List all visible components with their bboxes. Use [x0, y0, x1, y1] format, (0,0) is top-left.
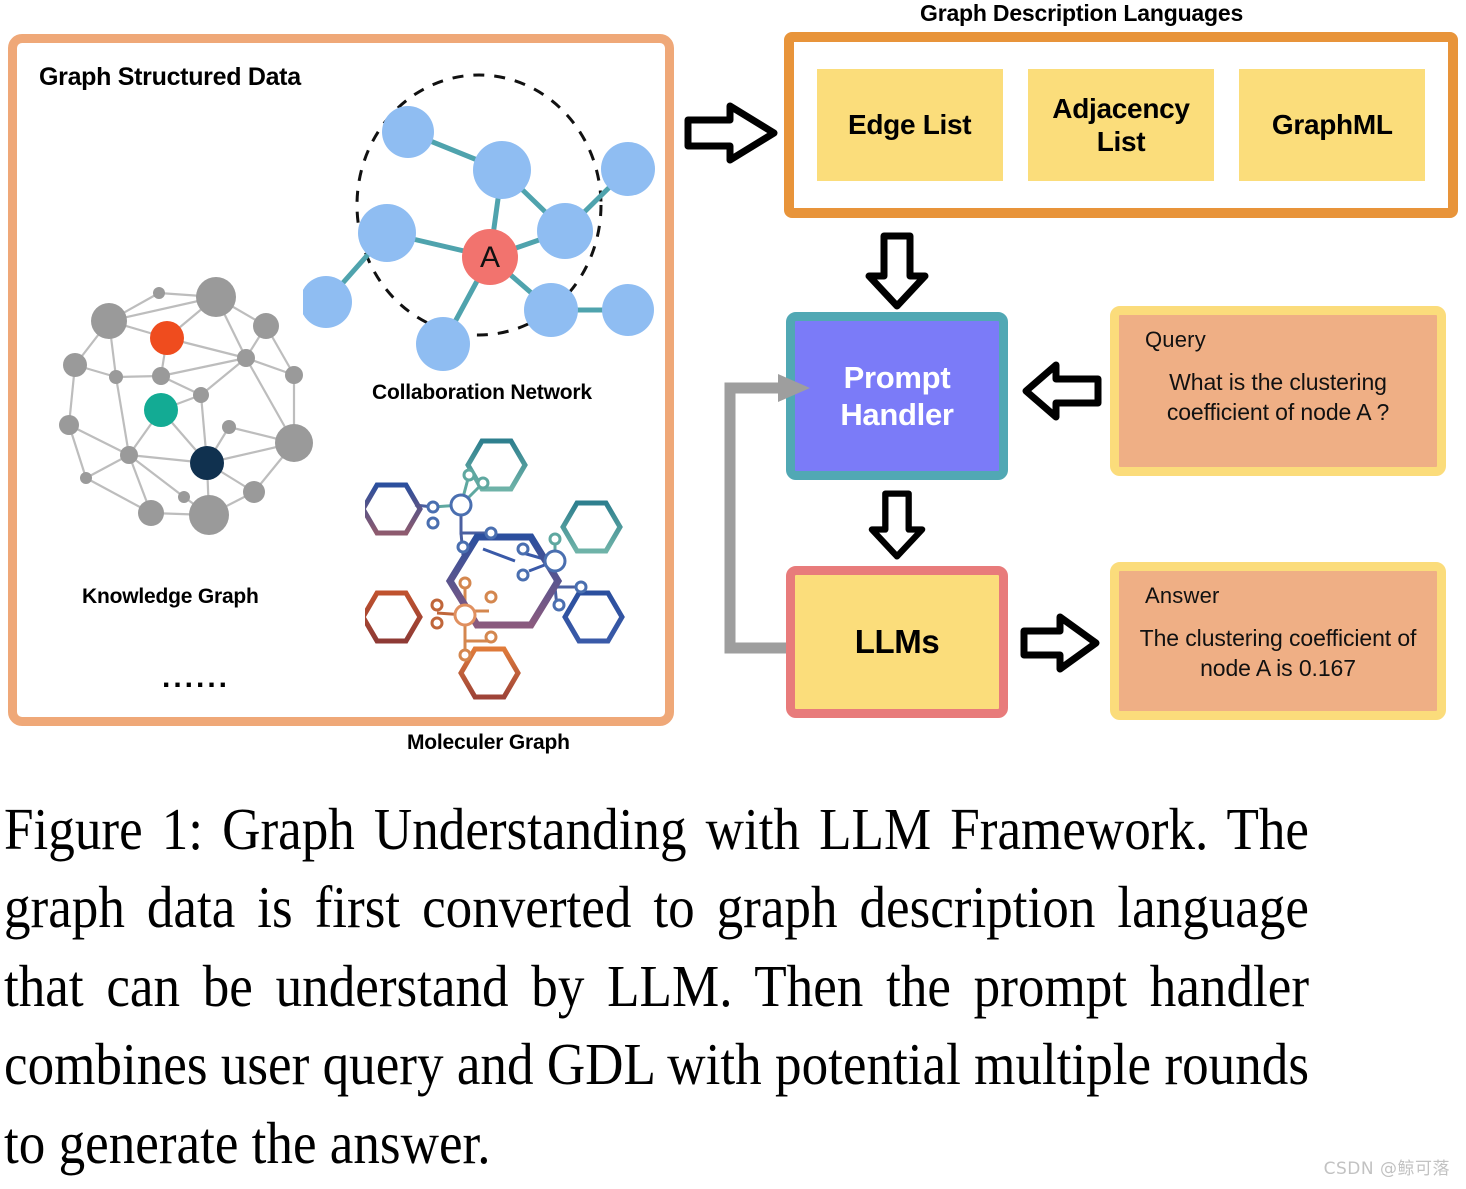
- arrow-right-llms-to-answer: [1020, 613, 1100, 673]
- arrow-down-to-llms: [868, 490, 926, 560]
- collab-node: [537, 203, 593, 259]
- figure-container: Graph Structured Data A Collaboration Ne…: [0, 0, 1466, 1189]
- kg-node: [275, 424, 313, 462]
- collab-node: [602, 284, 654, 336]
- kg-node: [109, 370, 123, 384]
- molecule-atoms: [426, 468, 588, 662]
- knowledge-graph-caption: Knowledge Graph: [82, 585, 259, 608]
- hex-ring-navy-left: [365, 482, 423, 536]
- atom-node: [543, 549, 567, 573]
- kg-highlight-node-orange: [150, 321, 184, 355]
- collab-node: [416, 317, 470, 371]
- atom-node: [516, 568, 530, 582]
- kg-node: [193, 387, 209, 403]
- collab-node: [473, 141, 531, 199]
- kg-node: [91, 303, 127, 339]
- collaboration-network-diagram: A: [303, 73, 655, 371]
- kg-node: [253, 313, 279, 339]
- atom-node: [484, 590, 498, 604]
- atom-node: [456, 540, 470, 554]
- figure-caption: Figure 1: Graph Understanding with LLM F…: [4, 796, 1309, 1176]
- graph-description-languages-panel: Edge List Adjacency List GraphML: [784, 32, 1458, 218]
- atom-node: [430, 598, 444, 612]
- atom-node: [476, 476, 490, 490]
- atom-node: [574, 580, 588, 594]
- kg-node: [63, 353, 87, 377]
- collab-node: [601, 142, 655, 196]
- query-card: Query What is the clustering coefficient…: [1110, 306, 1446, 476]
- kg-highlight-node-navy: [190, 446, 224, 480]
- kg-node: [59, 415, 79, 435]
- atom-node: [453, 603, 477, 627]
- hex-ring-blue-right: [562, 590, 625, 644]
- kg-node: [196, 277, 236, 317]
- atom-node: [484, 630, 498, 644]
- kg-node: [285, 366, 303, 384]
- kg-node: [153, 287, 165, 299]
- hex-ring-teal-right: [560, 500, 623, 554]
- kg-node: [120, 446, 138, 464]
- gdl-panel-title: Graph Description Languages: [920, 0, 1244, 26]
- graph-structured-data-panel: Graph Structured Data A Collaboration Ne…: [8, 34, 674, 754]
- query-label: Query: [1145, 327, 1206, 352]
- kg-node: [222, 420, 236, 434]
- more-items-ellipsis: ......: [162, 661, 231, 694]
- answer-card: Answer The clustering coefficient of nod…: [1110, 562, 1446, 720]
- collab-node: [382, 106, 434, 158]
- kg-node: [243, 481, 265, 503]
- knowledge-graph-diagram: [59, 277, 313, 535]
- llms-label: LLMs: [854, 623, 940, 660]
- atom-node: [430, 616, 444, 630]
- arrow-right-to-gdl: [684, 102, 778, 164]
- atom-node: [462, 468, 476, 482]
- llms-box[interactable]: LLMs: [786, 566, 1008, 718]
- gdl-chip-adjacency-list[interactable]: Adjacency List: [1027, 69, 1214, 181]
- atom-node: [484, 526, 498, 540]
- prompt-handler-label: Prompt Handler: [840, 359, 954, 432]
- atom-node: [552, 598, 566, 612]
- query-text: What is the clustering coefficient of no…: [1166, 369, 1390, 426]
- hex-ring-teal-top: [465, 438, 528, 492]
- gdl-chip-edge-list[interactable]: Edge List: [816, 69, 1003, 181]
- center-node-label: A: [480, 241, 500, 274]
- collab-node: [358, 204, 416, 262]
- answer-text: The clustering coefficient of node A is …: [1139, 625, 1417, 682]
- atom-node: [426, 516, 440, 530]
- kg-highlight-node-teal: [144, 393, 178, 427]
- atom-node: [516, 542, 530, 556]
- kg-node: [152, 367, 170, 385]
- atom-node: [458, 576, 472, 590]
- gdl-chip-graphml[interactable]: GraphML: [1239, 69, 1426, 181]
- kg-node: [178, 491, 190, 503]
- csdn-watermark: CSDN @鲸可落: [1323, 1159, 1450, 1179]
- arrow-down-to-prompt-handler: [865, 232, 929, 310]
- atom-node: [449, 493, 473, 517]
- collab-node: [524, 283, 578, 337]
- arrow-left-query-to-prompt-handler: [1022, 361, 1102, 421]
- knowledge-nodes: [59, 277, 313, 535]
- kg-node: [80, 472, 92, 484]
- molecular-graph-diagram: [365, 438, 625, 700]
- panel-title: Graph Structured Data: [39, 63, 301, 91]
- kg-node: [237, 349, 255, 367]
- hex-ring-rust-left: [365, 590, 423, 644]
- kg-node: [138, 500, 164, 526]
- molecular-graph-caption: Moleculer Graph: [407, 731, 570, 754]
- atom-node: [548, 532, 562, 546]
- atom-node: [458, 648, 472, 662]
- answer-label: Answer: [1145, 583, 1220, 608]
- collab-nodes: [303, 106, 655, 371]
- kg-node: [189, 495, 229, 535]
- collaboration-network-caption: Collaboration Network: [372, 381, 592, 404]
- atom-node: [426, 500, 440, 514]
